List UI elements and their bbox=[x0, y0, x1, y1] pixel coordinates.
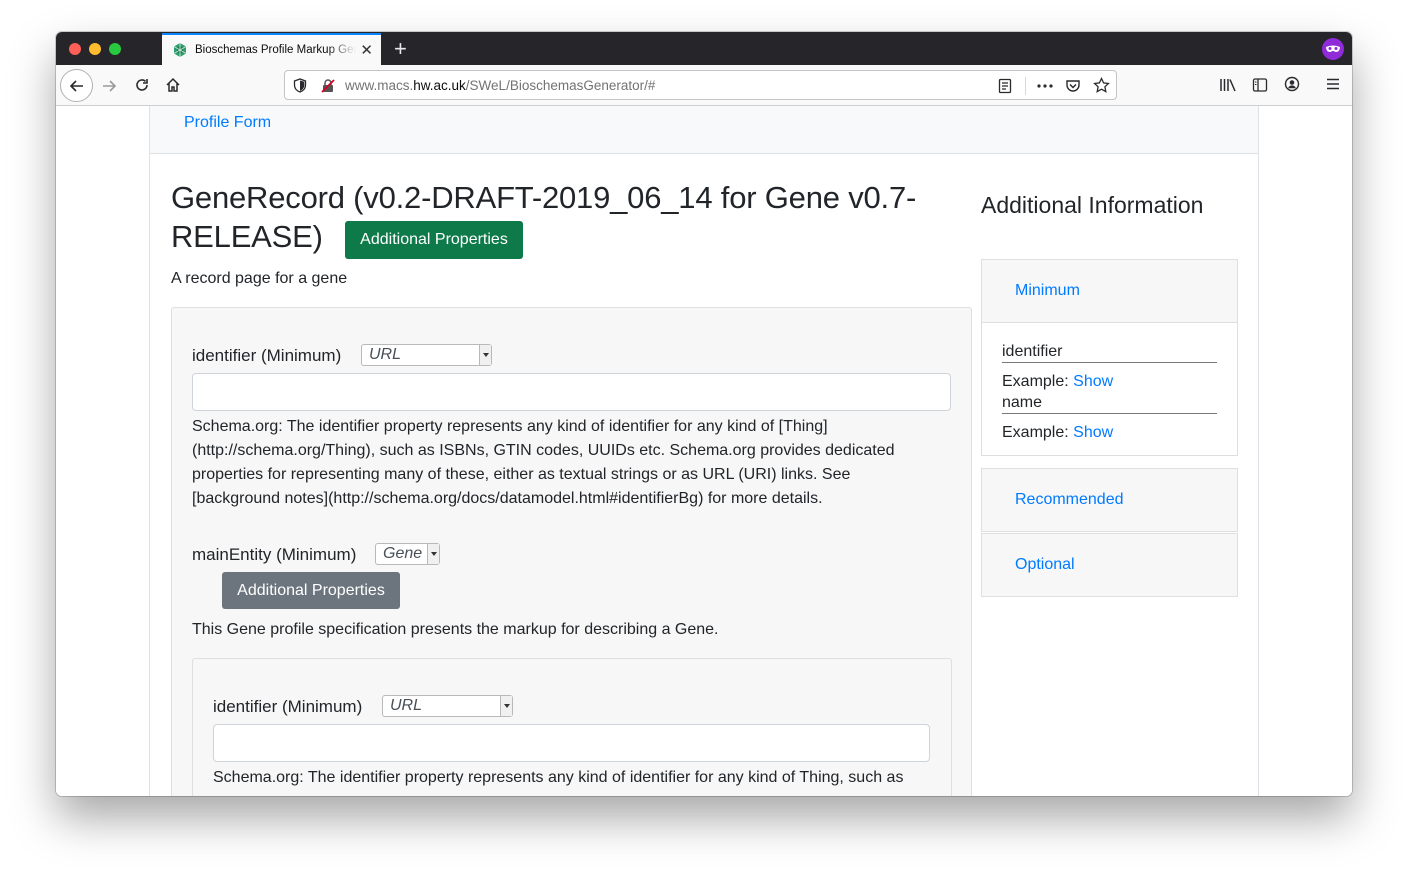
example-label: Example: bbox=[1002, 373, 1069, 390]
address-bar[interactable]: www.macs.hw.ac.uk/SWeL/BioschemasGenerat… bbox=[284, 70, 1117, 100]
reload-icon bbox=[136, 79, 148, 91]
page-title: GeneRecord (v0.2-DRAFT-2019_06_14 for Ge… bbox=[171, 180, 917, 254]
accordion-optional: Optional bbox=[981, 533, 1238, 597]
profile-description: A record page for a gene bbox=[171, 270, 348, 287]
profile-form-link[interactable]: Profile Form bbox=[184, 114, 271, 132]
arrow-right-icon bbox=[103, 80, 117, 92]
tab-bar: Bioschemas Profile Markup Generator ✕ + bbox=[56, 32, 1352, 65]
additional-information-title: Additional Information bbox=[981, 192, 1204, 218]
insecure-lock-icon[interactable] bbox=[320, 78, 336, 94]
nested-identifier-type-value: URL bbox=[390, 697, 423, 714]
home-icon bbox=[166, 77, 180, 92]
minimum-properties: identifier Example: Show name Example: S… bbox=[982, 322, 1237, 455]
chevron-down-icon bbox=[479, 345, 491, 365]
tab-title: Bioschemas Profile Markup Generator bbox=[195, 44, 356, 56]
page-actions-icon[interactable] bbox=[1036, 83, 1054, 89]
page-container: Profile Form GeneRecord (v0.2-DRAFT-2019… bbox=[149, 106, 1259, 796]
arrow-left-icon bbox=[69, 79, 83, 92]
private-browsing-icon bbox=[1322, 38, 1344, 60]
top-navbar: Profile Form bbox=[150, 106, 1258, 154]
main-entity-type-value: Gene bbox=[383, 545, 423, 562]
sidebar-toggle-icon[interactable] bbox=[1252, 77, 1268, 93]
bioschemas-favicon-icon bbox=[173, 43, 187, 57]
identifier-type-select[interactable]: URL bbox=[361, 344, 492, 366]
accordion-recommended: Recommended bbox=[981, 468, 1238, 532]
identifier-type-value: URL bbox=[369, 346, 402, 363]
main-entity-additional-properties-button[interactable]: Additional Properties bbox=[222, 572, 400, 609]
url-prefix: www.macs. bbox=[345, 78, 414, 93]
prop-name-name: name bbox=[1002, 394, 1217, 414]
recommended-toggle[interactable]: Recommended bbox=[982, 469, 1237, 531]
gene-nested-card: identifier (Minimum) URL Schema.org: The… bbox=[192, 658, 952, 796]
maximize-window-button[interactable] bbox=[109, 43, 121, 55]
main-entity-description: This Gene profile specification presents… bbox=[192, 621, 719, 638]
url-separator bbox=[1025, 77, 1026, 95]
nested-identifier-input[interactable] bbox=[213, 724, 930, 762]
minimize-window-button[interactable] bbox=[89, 43, 101, 55]
browser-window: Bioschemas Profile Markup Generator ✕ + … bbox=[56, 32, 1352, 796]
identifier-label: identifier (Minimum) bbox=[192, 346, 342, 365]
shield-icon[interactable] bbox=[293, 78, 307, 93]
back-button[interactable] bbox=[60, 69, 93, 102]
bookmark-star-icon[interactable] bbox=[1093, 77, 1110, 94]
profile-form-card: identifier (Minimum) URL Schema.org: The… bbox=[171, 307, 972, 796]
navigation-toolbar: www.macs.hw.ac.uk/SWeL/BioschemasGenerat… bbox=[56, 65, 1352, 106]
chevron-down-icon bbox=[500, 696, 512, 716]
main-entity-label: mainEntity (Minimum) bbox=[192, 545, 357, 564]
forward-button[interactable] bbox=[100, 77, 118, 95]
browser-tab[interactable]: Bioschemas Profile Markup Generator ✕ bbox=[162, 33, 381, 65]
minimum-toggle[interactable]: Minimum bbox=[982, 260, 1237, 322]
prop-identifier-example: Example: Show bbox=[1002, 373, 1217, 391]
page-viewport: Profile Form GeneRecord (v0.2-DRAFT-2019… bbox=[56, 106, 1352, 796]
identifier-input[interactable] bbox=[192, 373, 951, 411]
nested-identifier-label: identifier (Minimum) bbox=[213, 697, 363, 716]
optional-toggle[interactable]: Optional bbox=[982, 534, 1237, 596]
identifier-description: Schema.org: The identifier property repr… bbox=[192, 418, 895, 507]
additional-properties-button[interactable]: Additional Properties bbox=[345, 221, 523, 259]
reader-view-icon[interactable] bbox=[998, 78, 1012, 94]
prop-identifier-name: identifier bbox=[1002, 343, 1217, 363]
prop-name-example: Example: Show bbox=[1002, 424, 1217, 442]
nested-identifier-type-select[interactable]: URL bbox=[382, 695, 513, 717]
home-button[interactable] bbox=[164, 76, 182, 94]
close-tab-icon[interactable]: ✕ bbox=[360, 43, 373, 58]
url-path: /SWeL/BioschemasGenerator/# bbox=[465, 78, 656, 93]
close-window-button[interactable] bbox=[69, 43, 81, 55]
reload-button[interactable] bbox=[133, 76, 151, 94]
main-entity-type-select[interactable]: Gene bbox=[375, 543, 440, 565]
pocket-icon[interactable] bbox=[1065, 78, 1081, 94]
url-text[interactable]: www.macs.hw.ac.uk/SWeL/BioschemasGenerat… bbox=[345, 78, 655, 93]
example-label: Example: bbox=[1002, 424, 1069, 441]
url-host: hw.ac.uk bbox=[413, 78, 466, 93]
new-tab-icon[interactable]: + bbox=[394, 36, 407, 62]
show-example-link[interactable]: Show bbox=[1073, 424, 1113, 441]
chevron-down-icon bbox=[427, 544, 439, 564]
library-icon[interactable] bbox=[1219, 77, 1237, 93]
menu-hamburger-icon[interactable] bbox=[1326, 77, 1340, 91]
show-example-link[interactable]: Show bbox=[1073, 373, 1113, 390]
nested-identifier-description: Schema.org: The identifier property repr… bbox=[213, 769, 904, 786]
accordion-minimum: Minimum identifier Example: Show name Ex… bbox=[981, 259, 1238, 456]
account-icon[interactable] bbox=[1284, 76, 1300, 92]
